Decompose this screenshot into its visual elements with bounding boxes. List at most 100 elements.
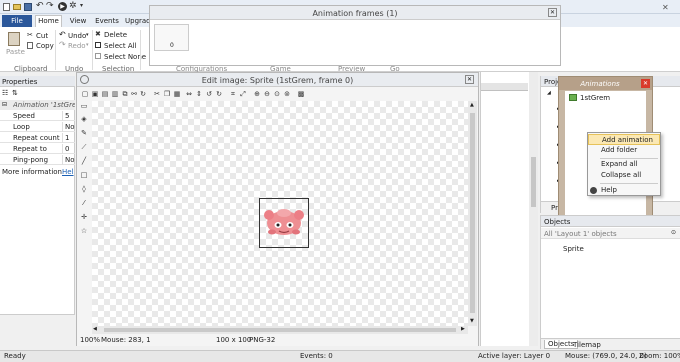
categorized-icon[interactable]: ☷: [2, 89, 8, 97]
open-image-icon[interactable]: ▣: [91, 90, 99, 98]
link-icon[interactable]: ⚯: [130, 90, 138, 98]
rectangle-tool-icon[interactable]: □: [80, 171, 88, 179]
frame-thumbnail[interactable]: 0: [154, 24, 189, 51]
debug-icon[interactable]: ✲: [69, 1, 77, 11]
crop-icon[interactable]: ⌗: [229, 90, 237, 98]
paste-button[interactable]: Paste: [6, 32, 25, 56]
tab-events[interactable]: Events: [93, 15, 121, 27]
copy-button[interactable]: Copy: [27, 42, 54, 51]
sprite-image[interactable]: [259, 198, 309, 248]
property-value[interactable]: 0: [62, 144, 75, 154]
scroll-up-icon[interactable]: ▲: [470, 102, 474, 108]
filter-dropdown-icon[interactable]: ⊙: [671, 229, 676, 236]
menu-item-collapse-all[interactable]: Collapse all: [588, 170, 660, 181]
object-item[interactable]: Sprite: [541, 243, 680, 254]
select-none-button[interactable]: Select None: [95, 53, 146, 62]
redo-icon[interactable]: ↷: [46, 1, 54, 11]
cut-button[interactable]: ✂ Cut: [27, 31, 51, 41]
property-row[interactable]: Speed 5: [0, 111, 75, 121]
objects-filter[interactable]: All 'Layout 1' objects ⊙: [541, 228, 680, 239]
tree-expander-icon[interactable]: ◢: [547, 90, 551, 96]
delete-button[interactable]: ✖ Delete: [95, 30, 135, 40]
sort-icon[interactable]: ⇅: [12, 89, 18, 97]
scroll-thumb[interactable]: [104, 328, 456, 332]
line-tool-icon[interactable]: ╱: [80, 157, 88, 165]
menu-item-expand-all[interactable]: Expand all: [588, 159, 660, 170]
scroll-right-icon[interactable]: ▶: [461, 326, 465, 332]
property-value[interactable]: 1: [62, 133, 75, 143]
copy-image-icon[interactable]: ⧉: [121, 90, 129, 98]
select-tool-icon[interactable]: ▭: [80, 102, 88, 110]
scroll-thumb[interactable]: [531, 157, 536, 207]
new-image-icon[interactable]: ▢: [81, 90, 89, 98]
window-close-icon[interactable]: ✕: [662, 3, 669, 12]
tab-projects-partial[interactable]: Pr: [551, 204, 558, 212]
zoom-in-icon[interactable]: ⊕: [253, 90, 261, 98]
help-link[interactable]: Hel: [62, 167, 74, 177]
flip-horizontal-icon[interactable]: ⇔: [185, 90, 193, 98]
property-row[interactable]: Loop No: [0, 122, 75, 132]
resize-icon[interactable]: ⤢: [239, 90, 247, 98]
menu-item-add-animation[interactable]: Add animation: [588, 134, 660, 145]
vertical-scrollbar[interactable]: ▲ ▼: [468, 101, 477, 326]
property-row[interactable]: Ping-pong No: [0, 155, 75, 165]
tab-tilemap[interactable]: Tilemap: [573, 341, 601, 349]
properties-section-header[interactable]: ⊟ Animation '1stGrem: [0, 100, 75, 110]
save-icon[interactable]: [24, 3, 32, 11]
close-icon[interactable]: ✕: [465, 75, 474, 84]
collapse-icon[interactable]: ⊟: [2, 101, 7, 108]
export-icon[interactable]: ▥: [111, 90, 119, 98]
zoom-fit-icon[interactable]: ⊚: [283, 90, 291, 98]
rotate-right-icon[interactable]: ↻: [215, 90, 223, 98]
dropdown-icon[interactable]: ▾: [80, 2, 83, 9]
image-settings-icon[interactable]: ▩: [297, 90, 305, 98]
undo-icon[interactable]: ↶: [36, 1, 44, 11]
zoom-out-icon[interactable]: ⊖: [263, 90, 271, 98]
undo-dropdown-icon[interactable]: ▾: [86, 32, 89, 38]
play-icon[interactable]: ▶: [58, 2, 67, 11]
more-information-label: More information: [2, 168, 62, 176]
hotspot-tool-icon[interactable]: ✛: [80, 213, 88, 221]
refresh-icon[interactable]: ↻: [139, 90, 147, 98]
horizontal-scrollbar[interactable]: ◀ ▶: [92, 326, 468, 334]
animation-item[interactable]: 1stGrem: [569, 93, 629, 103]
animation-frames-titlebar[interactable]: Animation frames (1) ✕: [150, 6, 560, 20]
image-canvas[interactable]: [92, 101, 468, 326]
animations-titlebar[interactable]: Animations ✕: [559, 77, 652, 90]
fill-tool-icon[interactable]: ◊: [80, 185, 88, 193]
redo-button[interactable]: ↷ Redo ▾: [59, 40, 93, 51]
select-all-button[interactable]: Select All: [95, 42, 137, 51]
tab-file[interactable]: File: [2, 15, 32, 27]
property-value[interactable]: No: [62, 155, 75, 165]
property-row[interactable]: Repeat count 1: [0, 133, 75, 143]
eraser-tool-icon[interactable]: ◈: [80, 115, 88, 123]
cut-icon[interactable]: ✂: [153, 90, 161, 98]
flip-vertical-icon[interactable]: ⇕: [195, 90, 203, 98]
action-point-tool-icon[interactable]: ☆: [80, 227, 88, 235]
redo-dropdown-icon[interactable]: ▾: [86, 42, 89, 48]
save-image-icon[interactable]: ▤: [101, 90, 109, 98]
color-picker-icon[interactable]: ⁄: [80, 199, 88, 207]
tab-home[interactable]: Home: [35, 15, 62, 27]
close-icon[interactable]: ✕: [548, 8, 557, 17]
property-row[interactable]: Repeat to 0: [0, 144, 75, 154]
menu-item-add-folder[interactable]: Add folder: [588, 145, 660, 156]
close-icon[interactable]: ✕: [641, 79, 650, 88]
pencil-tool-icon[interactable]: ✎: [80, 129, 88, 137]
new-icon[interactable]: [3, 3, 10, 11]
edit-image-titlebar[interactable]: Edit image: Sprite (1stGrem, frame 0) ✕: [77, 73, 478, 87]
layout-scrollbar[interactable]: [529, 72, 538, 346]
property-value[interactable]: 5: [62, 111, 75, 121]
zoom-reset-icon[interactable]: ⊙: [273, 90, 281, 98]
copy-icon[interactable]: ❐: [163, 90, 171, 98]
scroll-thumb[interactable]: [470, 113, 475, 313]
tab-view[interactable]: View: [67, 15, 89, 27]
open-icon[interactable]: [13, 4, 21, 10]
scroll-down-icon[interactable]: ▼: [470, 318, 474, 324]
menu-item-help[interactable]: Help: [588, 185, 660, 196]
rotate-left-icon[interactable]: ↺: [205, 90, 213, 98]
scroll-left-icon[interactable]: ◀: [93, 326, 97, 332]
brush-tool-icon[interactable]: ⟋: [80, 143, 88, 151]
paste-icon[interactable]: ▦: [173, 90, 181, 98]
property-value[interactable]: No: [62, 122, 75, 132]
